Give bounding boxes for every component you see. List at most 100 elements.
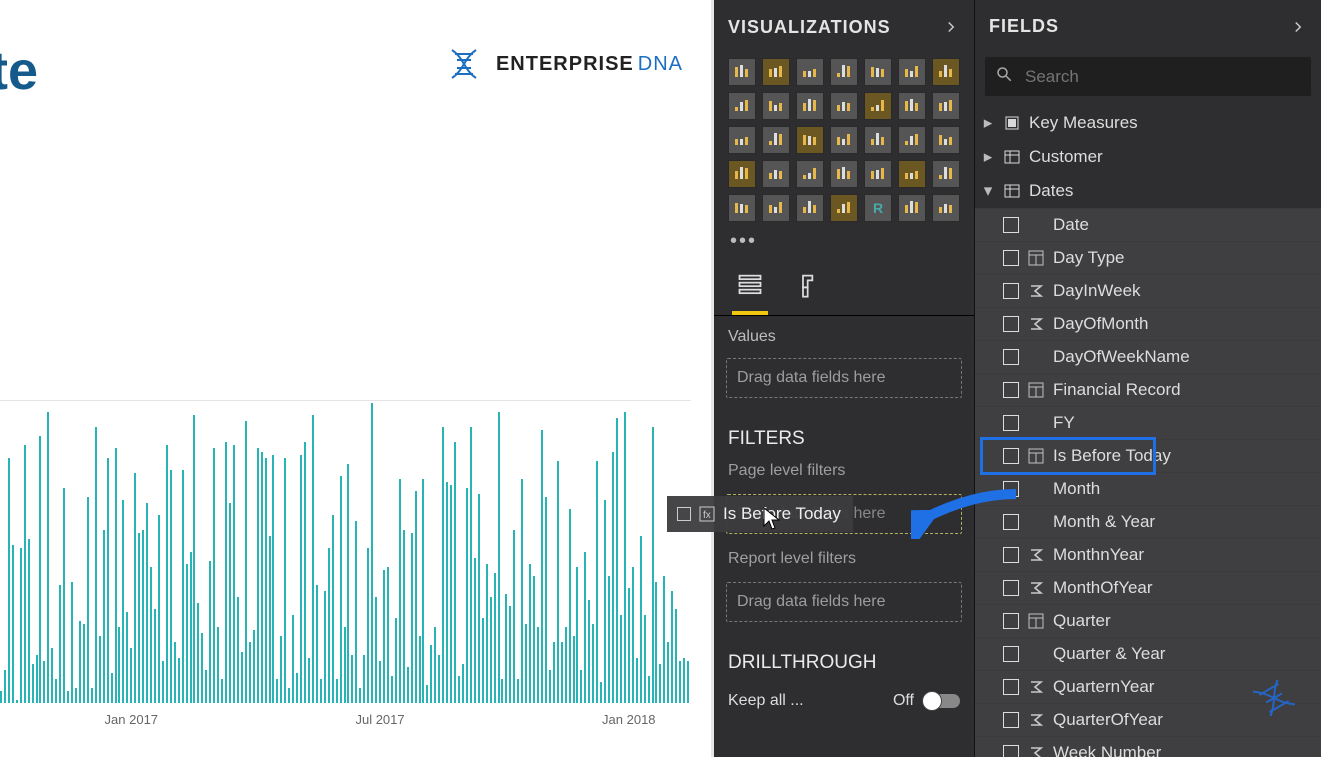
field-checkbox[interactable] [1003, 448, 1019, 464]
bar[interactable] [379, 661, 381, 703]
bar[interactable] [87, 497, 89, 703]
bar[interactable] [47, 412, 49, 703]
viz-type-clustered-column[interactable] [830, 58, 858, 86]
bar[interactable] [450, 485, 452, 703]
table-key-measures[interactable]: ▸Key Measures [975, 106, 1321, 140]
bar[interactable] [16, 700, 18, 703]
field-monthnyear[interactable]: MonthnYear [975, 538, 1321, 571]
bar[interactable] [648, 676, 650, 703]
bar[interactable] [387, 567, 389, 703]
bar[interactable] [32, 664, 34, 703]
keep-all-toggle[interactable]: Off [893, 692, 960, 710]
bar[interactable] [446, 482, 448, 703]
field-week-number[interactable]: Week Number [975, 736, 1321, 757]
bar[interactable] [340, 476, 342, 703]
bar[interactable] [474, 558, 476, 703]
bar[interactable] [51, 648, 53, 703]
bar[interactable] [561, 642, 563, 703]
bar[interactable] [158, 515, 160, 703]
page-level-filters-well[interactable]: Drag data fields here fx Is Before Today [726, 494, 962, 534]
bar[interactable] [332, 515, 334, 703]
viz-type-matrix[interactable] [728, 126, 756, 154]
bar[interactable] [288, 688, 290, 703]
bar[interactable] [549, 670, 551, 703]
bar[interactable] [359, 688, 361, 703]
field-dayofmonth[interactable]: DayOfMonth [975, 307, 1321, 340]
viz-type-ribbon[interactable] [932, 58, 960, 86]
bar[interactable] [205, 670, 207, 703]
field-month[interactable]: Month [975, 472, 1321, 505]
bar[interactable] [324, 591, 326, 703]
bar[interactable] [580, 670, 582, 703]
bar[interactable] [182, 470, 184, 703]
bar[interactable] [470, 427, 472, 703]
bar[interactable] [363, 655, 365, 703]
bar[interactable] [233, 445, 235, 703]
bar[interactable] [367, 548, 369, 703]
bar[interactable] [517, 679, 519, 703]
bar[interactable] [225, 442, 227, 703]
viz-type-matrix2[interactable] [830, 194, 858, 222]
table-dates[interactable]: ▾Dates [975, 174, 1321, 208]
viz-type-table[interactable] [762, 194, 790, 222]
bar[interactable] [280, 636, 282, 703]
bar[interactable] [545, 497, 547, 703]
bar[interactable] [644, 615, 646, 703]
field-financial-record[interactable]: Financial Record [975, 373, 1321, 406]
bar[interactable] [320, 679, 322, 703]
bar[interactable] [197, 603, 199, 703]
field-date[interactable]: Date [975, 208, 1321, 241]
bar[interactable] [375, 597, 377, 703]
bar[interactable] [130, 648, 132, 703]
bar[interactable] [67, 691, 69, 703]
viz-type-area[interactable] [898, 58, 926, 86]
bar[interactable] [422, 479, 424, 703]
bar[interactable] [407, 667, 409, 703]
bar[interactable] [63, 488, 65, 703]
bar[interactable] [620, 615, 622, 703]
viz-type-slicer[interactable] [728, 194, 756, 222]
bar[interactable] [525, 624, 527, 703]
bar[interactable] [482, 618, 484, 703]
bar[interactable] [28, 539, 30, 703]
bar[interactable] [640, 536, 642, 703]
bar[interactable] [395, 618, 397, 703]
bar[interactable] [142, 530, 144, 703]
bar[interactable] [126, 612, 128, 703]
bar[interactable] [501, 679, 503, 703]
viz-type-pie[interactable] [796, 126, 824, 154]
field-quarter[interactable]: Quarter [975, 604, 1321, 637]
bar[interactable] [59, 585, 61, 703]
bar[interactable] [71, 582, 73, 703]
bar[interactable] [174, 642, 176, 703]
bar[interactable] [261, 452, 263, 703]
field-checkbox[interactable] [1003, 217, 1019, 233]
bar[interactable] [687, 661, 689, 703]
bar[interactable] [426, 685, 428, 703]
bar[interactable] [79, 621, 81, 703]
bar[interactable] [655, 582, 657, 703]
format-tab-icon[interactable] [792, 267, 828, 303]
bar[interactable] [671, 591, 673, 703]
field-is-before-today[interactable]: Is Before Today [975, 439, 1321, 472]
field-checkbox[interactable] [1003, 613, 1019, 629]
bar[interactable] [347, 464, 349, 703]
bar[interactable] [201, 633, 203, 703]
field-checkbox[interactable] [1003, 316, 1019, 332]
viz-type-stacked-column[interactable] [796, 58, 824, 86]
bar[interactable] [154, 609, 156, 703]
bar[interactable] [336, 679, 338, 703]
field-checkbox[interactable] [1003, 283, 1019, 299]
bar[interactable] [659, 664, 661, 703]
bar[interactable] [541, 430, 543, 703]
bar[interactable] [652, 427, 654, 703]
bar[interactable] [494, 573, 496, 703]
bar[interactable] [391, 676, 393, 703]
viz-type-gauge[interactable] [830, 160, 858, 188]
bar[interactable] [138, 533, 140, 703]
search-input[interactable] [1023, 66, 1301, 88]
field-checkbox[interactable] [1003, 547, 1019, 563]
field-dayofweekname[interactable]: DayOfWeekName [975, 340, 1321, 373]
bar[interactable] [344, 627, 346, 703]
bar[interactable] [99, 636, 101, 703]
